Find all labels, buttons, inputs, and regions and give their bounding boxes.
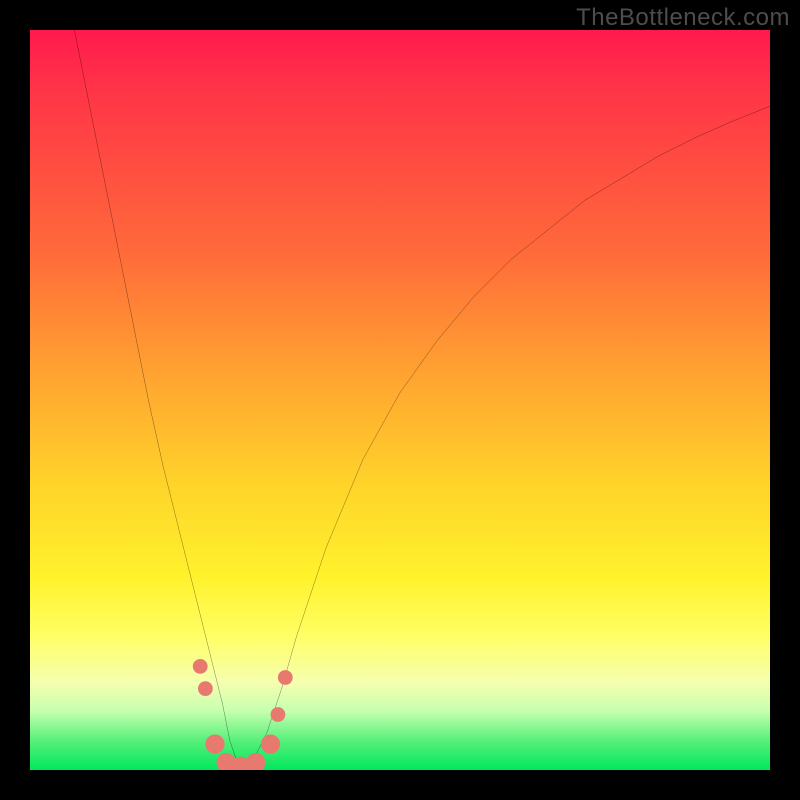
chart-frame: TheBottleneck.com — [0, 0, 800, 800]
bottleneck-curve — [74, 30, 770, 770]
data-marker — [278, 670, 293, 685]
data-marker — [205, 734, 224, 753]
data-marker — [261, 734, 280, 753]
curve-svg — [30, 30, 770, 770]
data-marker — [193, 659, 208, 674]
data-marker — [271, 707, 286, 722]
data-marker — [246, 753, 265, 770]
watermark-text: TheBottleneck.com — [576, 4, 790, 32]
marker-group — [193, 659, 293, 770]
plot-area — [30, 30, 770, 770]
data-marker — [198, 681, 213, 696]
